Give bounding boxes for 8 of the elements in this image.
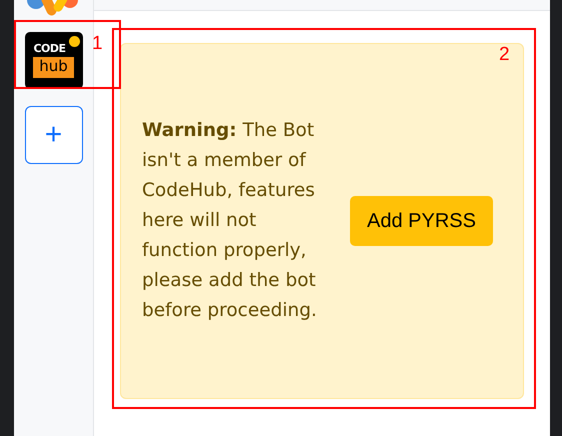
add-server-button[interactable]: +	[24, 106, 82, 164]
annotation-label: 1	[92, 34, 103, 53]
logo-text: CODE	[33, 43, 66, 56]
logo-text: hub	[33, 57, 74, 78]
add-bot-button[interactable]: Add PYRSS	[350, 196, 493, 246]
warning-message: Warning: The Bot isn't a member of CodeHub, features here will not function properly, please add the bot before proceeding.	[142, 119, 318, 323]
annotation-label: 2	[499, 45, 510, 64]
server-icon[interactable]: CODE hub	[24, 32, 82, 89]
